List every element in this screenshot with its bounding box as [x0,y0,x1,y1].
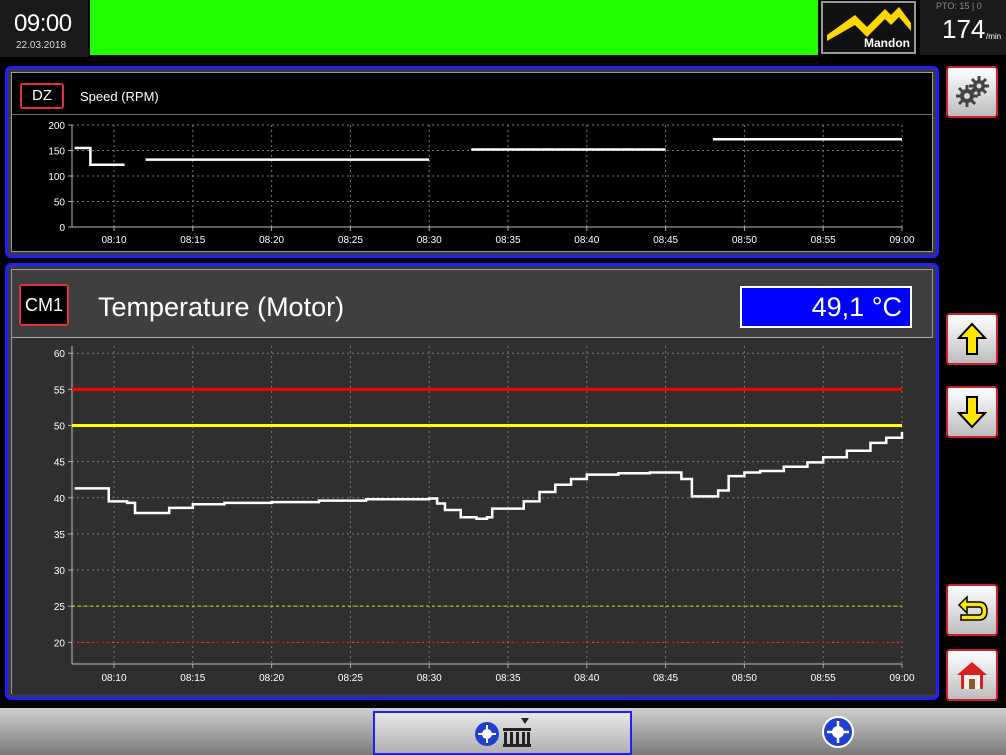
x-tick-label: 08:25 [338,235,363,246]
x-tick-label: 08:20 [259,673,284,684]
temperature-title: Temperature (Motor) [98,292,345,322]
back-button[interactable] [946,584,998,636]
machine-overview-icon [474,718,531,747]
status-banner [90,0,818,55]
gears-icon [956,76,989,107]
temperature-panel-inner: CM1 Temperature (Motor) 49,1 °C 08:10 08:… [11,269,936,694]
x-tick-label: 08:20 [259,235,284,246]
temperature-header: CM1 Temperature (Motor) 49,1 °C [12,270,932,338]
x-tick-label: 08:45 [653,673,678,684]
tab-gear[interactable] [810,713,866,751]
clock-time: 09:00 [14,10,72,37]
x-tick-label: 08:50 [732,235,757,246]
x-tick-label: 08:10 [102,235,127,246]
logo-text: Mandon [864,36,910,50]
temperature-panel[interactable]: CM1 Temperature (Motor) 49,1 °C 08:10 08:… [5,263,939,700]
x-tick-label: 08:55 [811,235,836,246]
x-tick-label: 08:15 [180,673,205,684]
y-tick-label: 200 [48,121,65,132]
settings-button[interactable] [946,66,998,118]
logo: Mandon [821,1,916,54]
y-tick-label: 60 [54,349,66,360]
x-tick-label: 08:15 [180,235,205,246]
speed-panel-inner: DZ Speed (RPM) 08:10 08:15 08:20 08:25 08:30… [11,72,933,252]
speed-tag[interactable]: DZ [20,83,64,109]
top-bar: 09:00 22.03.2018 Mandon PTO: 15 | 0 174 … [0,0,1006,57]
speed-title: Speed (RPM) [80,89,159,104]
x-tick-label: 08:10 [102,673,127,684]
x-tick-label: 08:25 [338,673,363,684]
pto-display: PTO: 15 | 0 174 /min [920,0,1006,55]
bottom-bar [0,708,1006,755]
y-tick-label: 40 [54,494,66,505]
y-tick-label: 55 [54,385,66,396]
gear-circle-icon [822,716,854,748]
home-button[interactable] [946,649,998,701]
y-tick-label: 30 [54,566,66,577]
x-tick-label: 08:35 [495,673,520,684]
return-arrow-icon [957,595,988,621]
speed-panel[interactable]: DZ Speed (RPM) 08:10 08:15 08:20 08:25 08:30… [5,66,939,258]
x-tick-label: 08:50 [732,673,757,684]
x-tick-label: 08:30 [417,673,442,684]
x-tick-label: 08:35 [495,235,520,246]
x-tick-label: 08:40 [574,673,599,684]
arrow-up-icon [957,322,987,355]
clock: 09:00 22.03.2018 [0,0,88,57]
pto-speed-value: 174 [942,14,986,44]
speed-chart: 08:10 08:15 08:20 08:25 08:30 08:35 08:40 08:45… [48,121,915,246]
pto-label: PTO: 15 | 0 [936,1,982,11]
arrow-down-icon [957,396,987,429]
scroll-down-button[interactable] [946,386,998,438]
x-tick-label: 08:30 [417,235,442,246]
y-tick-label: 150 [48,147,65,158]
speed-header: DZ Speed (RPM) [12,73,932,115]
y-tick-label: 20 [54,638,66,649]
series-line [74,432,904,520]
tab-overview[interactable] [373,711,632,755]
scroll-up-button[interactable] [946,313,998,365]
y-tick-label: 45 [54,458,66,469]
y-tick-label: 35 [54,530,66,541]
y-tick-label: 50 [54,422,66,433]
x-tick-label: 09:00 [889,235,914,246]
home-icon [957,662,987,689]
temperature-chart: 08:10 08:15 08:20 08:25 08:30 08:35 08:40 08:45… [12,338,936,694]
x-tick-label: 08:40 [574,235,599,246]
temperature-value: 49,1 °C [740,286,912,328]
pto-speed-unit: /min [986,32,1002,41]
x-tick-label: 09:00 [889,673,914,684]
x-tick-label: 08:55 [811,673,836,684]
y-tick-label: 50 [54,198,66,209]
y-tick-label: 0 [59,223,65,234]
clock-date: 22.03.2018 [16,40,67,51]
temperature-tag[interactable]: CM1 [19,284,69,326]
y-tick-label: 100 [48,172,65,183]
x-tick-label: 08:45 [653,235,678,246]
y-tick-label: 25 [54,602,66,613]
